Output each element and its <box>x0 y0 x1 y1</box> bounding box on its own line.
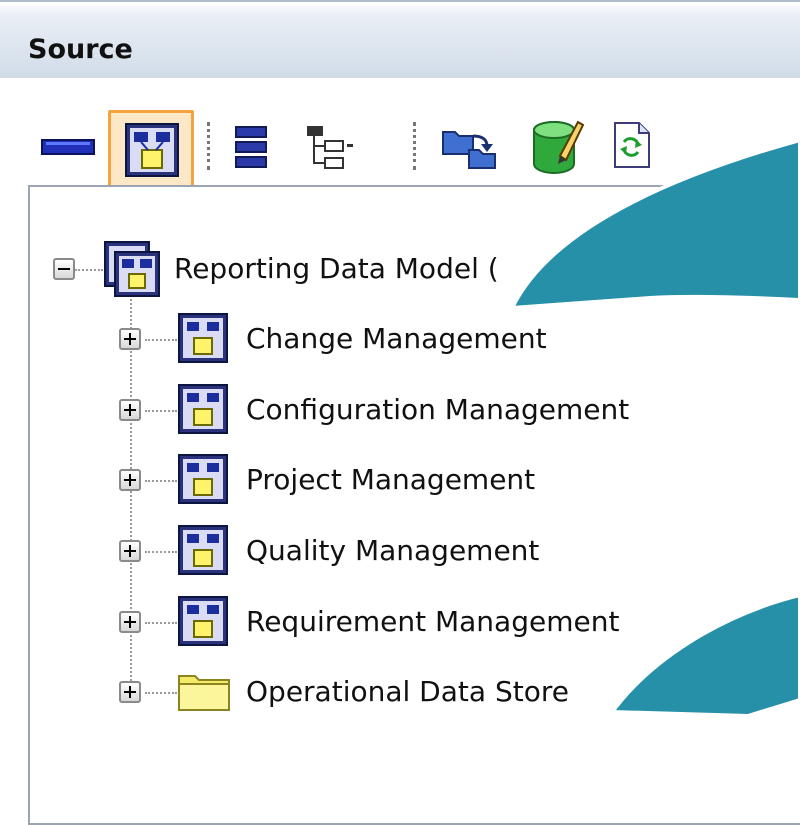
callout-shape-lower <box>608 592 800 719</box>
callout-overlay <box>508 137 800 719</box>
callout-shape-upper <box>508 137 800 311</box>
